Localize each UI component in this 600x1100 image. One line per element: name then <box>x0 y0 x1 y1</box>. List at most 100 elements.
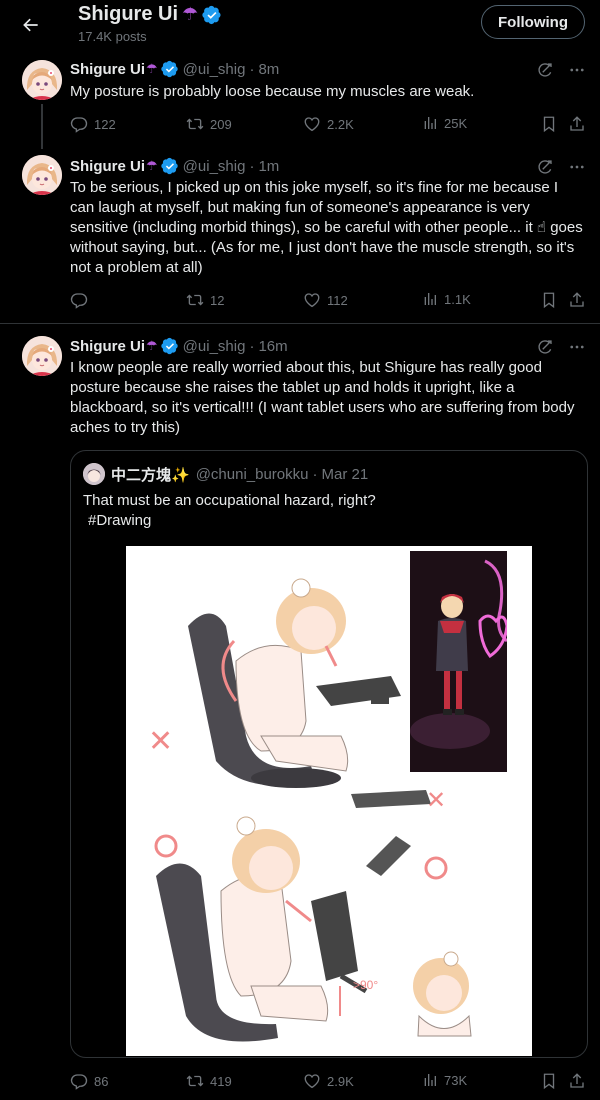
grok-icon[interactable] <box>536 158 554 176</box>
author-name[interactable]: Shigure Ui <box>70 61 145 78</box>
reply-button[interactable] <box>70 291 94 309</box>
tweet-text: My posture is probably loose because my … <box>70 83 475 100</box>
retweet-count: 12 <box>210 292 225 308</box>
share-icon <box>568 1072 586 1090</box>
bookmark-icon <box>540 1072 558 1090</box>
quote-avatar-icon <box>83 463 105 485</box>
tweet-time[interactable]: 8m <box>258 61 279 78</box>
tweet-time[interactable]: 16m <box>258 338 287 355</box>
reply-icon <box>70 291 88 309</box>
like-count: 2.9K <box>327 1073 354 1089</box>
like-button[interactable]: 2.2K <box>303 115 354 133</box>
retweet-icon <box>186 1072 204 1090</box>
umbrella-emoji-icon: ☂ <box>146 61 158 76</box>
share-button[interactable] <box>568 1072 586 1090</box>
tweet-2[interactable]: Shigure Ui ☂ @ui_shig · 1m To be serious… <box>0 145 600 323</box>
retweet-icon <box>186 291 204 309</box>
retweet-count: 209 <box>210 116 232 132</box>
bookmark-icon <box>540 115 558 133</box>
reply-count: 86 <box>94 1073 109 1089</box>
views-icon <box>422 291 438 307</box>
quote-media-image[interactable]: ✕ ✕ >90° <box>126 546 532 1056</box>
tweet-actions: 86 419 2.9K 73K <box>70 1072 590 1092</box>
top-header: Shigure Ui ☂ 17.4K posts Following <box>0 0 600 50</box>
tweet-header: Shigure Ui ☂ @ui_shig · 8m <box>70 60 280 78</box>
umbrella-emoji-icon: ☂ <box>182 4 199 24</box>
reply-icon <box>70 1072 88 1090</box>
avatar[interactable] <box>22 60 62 100</box>
reply-button[interactable]: 122 <box>70 115 116 133</box>
retweet-count: 419 <box>210 1073 232 1089</box>
cosplay-photo[interactable] <box>410 551 507 772</box>
author-handle[interactable]: @ui_shig <box>183 61 246 78</box>
retweet-icon <box>186 115 204 133</box>
svg-text:✕: ✕ <box>426 787 446 814</box>
like-icon <box>303 115 321 133</box>
views-count: 25K <box>444 115 468 131</box>
tweet-header: Shigure Ui ☂ @ui_shig · 1m <box>70 157 280 175</box>
grok-icon[interactable] <box>536 338 554 356</box>
quote-time[interactable]: Mar 21 <box>321 466 368 483</box>
verified-badge-icon <box>161 157 179 175</box>
hashtag-link[interactable]: #Drawing <box>88 512 151 529</box>
share-button[interactable] <box>568 115 586 133</box>
verified-badge-icon <box>161 337 179 355</box>
svg-text:✕: ✕ <box>148 725 173 758</box>
quote-text: That must be an occupational hazard, rig… <box>83 491 573 531</box>
angle-label: >90° <box>353 978 378 992</box>
views-count: 1.1K <box>444 291 471 307</box>
share-icon <box>568 291 586 309</box>
reply-button[interactable]: 86 <box>70 1072 108 1090</box>
quote-author-name[interactable]: 中二方塊✨ <box>111 464 190 485</box>
grok-icon[interactable] <box>536 61 554 79</box>
tweet-text: I know people are really worried about t… <box>70 359 575 436</box>
quote-avatar[interactable] <box>83 463 105 485</box>
quote-author-handle[interactable]: @chuni_burokku <box>196 466 309 483</box>
views-icon <box>422 115 438 131</box>
reply-count: 122 <box>94 116 116 132</box>
share-button[interactable] <box>568 291 586 309</box>
following-button[interactable]: Following <box>481 5 585 39</box>
quote-text-line: That must be an occupational hazard, rig… <box>83 492 376 509</box>
posts-count: 17.4K posts <box>78 29 147 44</box>
avatar-image-icon <box>22 60 62 100</box>
retweet-button[interactable]: 419 <box>186 1072 232 1090</box>
views-count: 73K <box>444 1072 468 1088</box>
bookmark-icon <box>540 291 558 309</box>
like-count: 2.2K <box>327 116 354 132</box>
like-count: 112 <box>327 292 348 308</box>
quote-header: 中二方塊✨ @chuni_burokku · Mar 21 <box>83 463 368 485</box>
views-button[interactable]: 1.1K <box>422 291 471 307</box>
bookmark-button[interactable] <box>540 1072 558 1090</box>
share-icon <box>568 115 586 133</box>
avatar-image-icon <box>22 155 62 195</box>
views-button[interactable]: 73K <box>422 1072 467 1088</box>
author-handle[interactable]: @ui_shig <box>183 158 246 175</box>
tweet-1[interactable]: Shigure Ui ☂ @ui_shig · 8m My posture is… <box>0 50 600 149</box>
author-name[interactable]: Shigure Ui <box>70 158 145 175</box>
like-icon <box>303 291 321 309</box>
bookmark-button[interactable] <box>540 291 558 309</box>
more-icon[interactable] <box>568 158 586 176</box>
umbrella-emoji-icon: ☂ <box>146 338 158 353</box>
avatar[interactable] <box>22 336 62 376</box>
tweet-header: Shigure Ui ☂ @ui_shig · 16m <box>70 337 288 355</box>
back-button[interactable] <box>14 8 48 42</box>
like-button[interactable]: 112 <box>303 291 348 309</box>
like-button[interactable]: 2.9K <box>303 1072 354 1090</box>
profile-name: Shigure Ui <box>78 3 179 25</box>
more-icon[interactable] <box>568 61 586 79</box>
thread-connector <box>41 104 43 149</box>
bookmark-button[interactable] <box>540 115 558 133</box>
tweet-text: To be serious, I picked up on this joke … <box>70 179 583 276</box>
retweet-button[interactable]: 209 <box>186 115 232 133</box>
verified-badge-icon <box>161 60 179 78</box>
views-button[interactable]: 25K <box>422 115 467 131</box>
avatar[interactable] <box>22 155 62 195</box>
author-handle[interactable]: @ui_shig <box>183 338 246 355</box>
tweet-time[interactable]: 1m <box>258 158 279 175</box>
author-name[interactable]: Shigure Ui <box>70 338 145 355</box>
quoted-tweet[interactable]: 中二方塊✨ @chuni_burokku · Mar 21 That must … <box>70 450 588 1058</box>
more-icon[interactable] <box>568 338 586 356</box>
retweet-button[interactable]: 12 <box>186 291 224 309</box>
